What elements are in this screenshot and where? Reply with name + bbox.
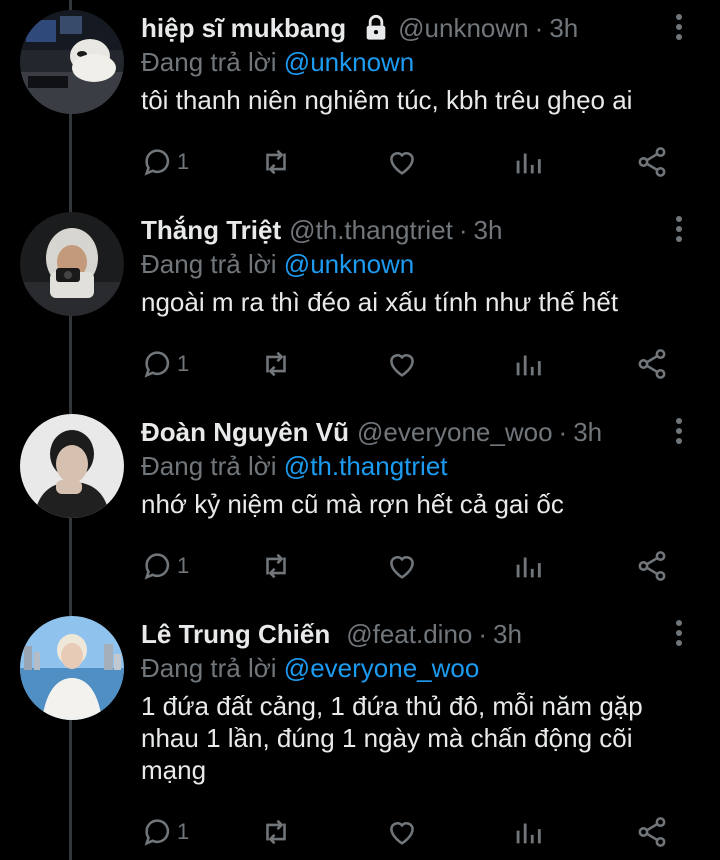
- more-options-icon[interactable]: [676, 620, 684, 650]
- replying-to: Đang trả lời @th.thangtriet: [141, 450, 690, 482]
- replying-to-label: Đang trả lời: [141, 249, 277, 279]
- action-bar: 1: [141, 812, 701, 852]
- retweet-button[interactable]: [259, 142, 293, 182]
- reply-button[interactable]: 1: [141, 344, 189, 384]
- avatar-tweet-3[interactable]: [20, 414, 124, 518]
- replying-to-label: Đang trả lời: [141, 451, 277, 481]
- reply-mention-link[interactable]: @th.thangtriet: [284, 451, 448, 481]
- more-options-icon[interactable]: [676, 216, 684, 246]
- handle[interactable]: @unknown: [398, 12, 528, 44]
- lock-icon: [366, 14, 386, 40]
- separator: ·: [534, 13, 544, 43]
- like-button[interactable]: [385, 142, 419, 182]
- timestamp[interactable]: 3h: [573, 416, 602, 448]
- separator: ·: [558, 417, 568, 447]
- reply-icon: [144, 553, 170, 580]
- more-options-icon[interactable]: [676, 14, 684, 44]
- share-button[interactable]: [635, 344, 669, 384]
- reply-icon: [144, 819, 170, 846]
- reply-count: 1: [177, 819, 190, 844]
- reply-count: 1: [177, 351, 190, 376]
- reply-count: 1: [177, 553, 190, 578]
- replying-to: Đang trả lời @unknown: [141, 46, 690, 78]
- heart-icon: [390, 556, 414, 579]
- reply-count: 1: [177, 149, 190, 174]
- analytics-icon: [516, 823, 541, 844]
- share-button[interactable]: [635, 546, 669, 586]
- views-button[interactable]: [511, 546, 545, 586]
- action-bar: 1: [141, 142, 701, 182]
- analytics-icon: [516, 355, 541, 376]
- display-name[interactable]: Đoàn Nguyên Vũ: [141, 416, 349, 448]
- handle[interactable]: @everyone_woo: [357, 416, 553, 448]
- share-icon: [638, 349, 666, 379]
- reply-mention-link[interactable]: @everyone_woo: [284, 653, 480, 683]
- retweet-icon: [266, 553, 286, 579]
- reply-button[interactable]: 1: [141, 546, 189, 586]
- replying-to-label: Đang trả lời: [141, 47, 277, 77]
- avatar-image: [20, 212, 124, 316]
- share-icon: [638, 551, 666, 581]
- reply-icon: [144, 351, 170, 378]
- handle[interactable]: @th.thangtriet: [289, 214, 453, 246]
- analytics-icon: [516, 557, 541, 578]
- analytics-icon: [516, 153, 541, 174]
- heart-icon: [390, 354, 414, 377]
- avatar-image: [20, 616, 124, 720]
- tweet-text: tôi thanh niên nghiêm túc, kbh trêu ghẹo…: [141, 85, 633, 115]
- display-name[interactable]: Lê Trung Chiến: [141, 618, 330, 650]
- retweet-button[interactable]: [259, 546, 293, 586]
- separator: ·: [458, 215, 468, 245]
- replying-to: Đang trả lời @unknown: [141, 248, 690, 280]
- reply-icon: [144, 149, 170, 176]
- retweet-icon: [266, 149, 286, 175]
- heart-icon: [390, 152, 414, 175]
- more-options-icon[interactable]: [676, 418, 684, 448]
- timestamp[interactable]: 3h: [474, 214, 503, 246]
- retweet-icon: [266, 819, 286, 845]
- tweet-text: ngoài m ra thì đéo ai xấu tính như thế h…: [141, 287, 619, 317]
- views-button[interactable]: [511, 142, 545, 182]
- avatar-tweet-4[interactable]: [20, 616, 124, 720]
- display-name[interactable]: hiệp sĩ mukbang: [141, 12, 346, 44]
- share-icon: [638, 147, 666, 177]
- like-button[interactable]: [385, 812, 419, 852]
- reply-mention-link[interactable]: @unknown: [284, 47, 414, 77]
- like-button[interactable]: [385, 344, 419, 384]
- action-bar: 1: [141, 546, 701, 586]
- views-button[interactable]: [511, 812, 545, 852]
- reply-button[interactable]: 1: [141, 812, 189, 852]
- action-bar: 1: [141, 344, 701, 384]
- share-button[interactable]: [635, 812, 669, 852]
- avatar-image: [20, 10, 124, 114]
- handle[interactable]: @feat.dino: [346, 618, 472, 650]
- retweet-button[interactable]: [259, 344, 293, 384]
- replying-to-label: Đang trả lời: [141, 653, 277, 683]
- tweet-text: nhớ kỷ niệm cũ mà rợn hết cả gai ốc: [141, 489, 564, 519]
- avatar-tweet-1[interactable]: [20, 10, 124, 114]
- retweet-icon: [266, 351, 286, 377]
- views-button[interactable]: [511, 344, 545, 384]
- heart-icon: [390, 822, 414, 845]
- separator: ·: [478, 619, 488, 649]
- timestamp[interactable]: 3h: [549, 12, 578, 44]
- display-name[interactable]: Thắng Triệt: [141, 214, 281, 246]
- avatar-tweet-2[interactable]: [20, 212, 124, 316]
- share-icon: [638, 817, 666, 847]
- replying-to: Đang trả lời @everyone_woo: [141, 652, 690, 684]
- retweet-button[interactable]: [259, 812, 293, 852]
- tweet-text: 1 đứa đất cảng, 1 đứa thủ đô, mỗi năm gặ…: [141, 691, 643, 785]
- like-button[interactable]: [385, 546, 419, 586]
- avatar-image: [20, 414, 124, 518]
- reply-mention-link[interactable]: @unknown: [284, 249, 414, 279]
- timestamp[interactable]: 3h: [493, 618, 522, 650]
- share-button[interactable]: [635, 142, 669, 182]
- reply-button[interactable]: 1: [141, 142, 189, 182]
